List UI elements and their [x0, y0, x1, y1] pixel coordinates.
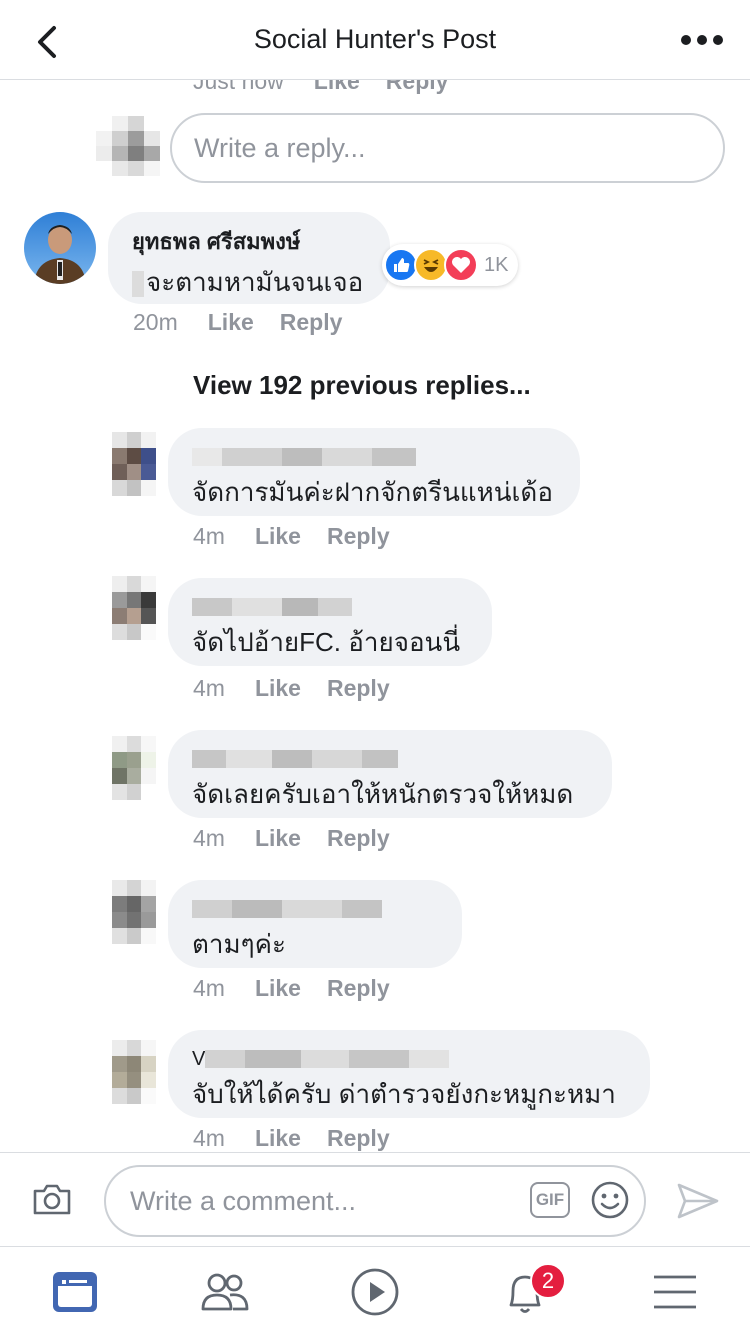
comment-text: ตามๆค่ะ: [192, 929, 286, 959]
comment-text: จัดการมันค่ะฝากจักตรีนแหน่เด้อ: [192, 477, 553, 507]
menu-hamburger-icon[interactable]: [650, 1267, 700, 1317]
like-link[interactable]: Like: [208, 309, 254, 335]
comment-bubble: จัดการมันค่ะฝากจักตรีนแหน่เด้อ: [168, 428, 580, 516]
comment-timestamp: 4m: [193, 523, 225, 549]
avatar[interactable]: [112, 1040, 156, 1104]
top-reply-actions: Just now Like Reply: [193, 80, 474, 95]
comment-text: จัดเลยครับเอาให้หนักตรวจให้หมด: [192, 779, 574, 809]
page-title: Social Hunter's Post: [253, 24, 497, 54]
blurred-author-name: V: [192, 1048, 626, 1070]
news-feed-tab-icon[interactable]: [50, 1267, 100, 1317]
comment-timestamp: 4m: [193, 825, 225, 851]
comment-actions: 4m Like Reply: [193, 675, 416, 702]
reply-link[interactable]: Reply: [327, 523, 390, 549]
blurred-author-name: [192, 900, 438, 918]
send-icon[interactable]: [676, 1181, 720, 1221]
gif-button[interactable]: GIF: [530, 1182, 570, 1218]
like-link[interactable]: Like: [255, 675, 301, 701]
comment-actions: 4m Like Reply: [193, 523, 416, 550]
comment-text: จับให้ได้ครับ ด่าตำรวจยังกะหมูกะหมา: [192, 1079, 616, 1109]
reply-input[interactable]: Write a reply...: [170, 113, 725, 183]
comment-timestamp: 20m: [133, 309, 178, 335]
love-reaction-icon: [444, 248, 478, 282]
like-reaction-icon: [384, 248, 418, 282]
blurred-author-name: [192, 598, 468, 616]
reply-link[interactable]: Reply: [327, 825, 390, 851]
reply-link[interactable]: Reply: [327, 1125, 390, 1151]
groups-tab-icon[interactable]: [200, 1267, 250, 1317]
reaction-summary[interactable]: 1K: [382, 244, 519, 286]
comment-timestamp: 4m: [193, 1125, 225, 1151]
like-link[interactable]: Like: [255, 825, 301, 851]
comment-actions: 4m Like Reply: [193, 975, 416, 1002]
reply-link[interactable]: Reply: [386, 80, 449, 94]
reaction-count: 1K: [484, 253, 509, 276]
avatar[interactable]: [24, 212, 96, 284]
comment-bubble: จัดไปอ้ายFC. อ้ายจอนนี่: [168, 578, 492, 666]
comment-bubble: V จับให้ได้ครับ ด่าตำรวจยังกะหมูกะหมา: [168, 1030, 650, 1118]
notifications-badge: 2: [530, 1263, 566, 1299]
comment-bubble: ยุทธพล ศรีสมพงษ์ จะตามหามันจนเจอ: [108, 212, 390, 304]
emoji-icon[interactable]: [590, 1180, 630, 1220]
blurred-author-name: [192, 448, 556, 466]
comment-timestamp: 4m: [193, 975, 225, 1001]
bottom-tab-bar: 2: [0, 1246, 750, 1334]
comment-actions: 4m Like Reply: [193, 1125, 416, 1152]
like-link[interactable]: Like: [314, 80, 360, 94]
comment-timestamp: 4m: [193, 675, 225, 701]
reply-link[interactable]: Reply: [327, 675, 390, 701]
avatar[interactable]: [112, 576, 156, 640]
author-initial: V: [192, 1048, 206, 1070]
comment-actions: 4m Like Reply: [193, 825, 416, 852]
comment-composer: Write a comment... GIF: [0, 1152, 750, 1246]
comment-text: จะตามหามันจนเจอ: [132, 262, 366, 303]
avatar[interactable]: [112, 880, 156, 944]
comment-author[interactable]: ยุทธพล ศรีสมพงษ์: [132, 224, 366, 254]
comment-text: จัดไปอ้ายFC. อ้ายจอนนี่: [192, 627, 461, 657]
comment-actions: 20m Like Reply: [133, 309, 368, 336]
like-link[interactable]: Like: [255, 1125, 301, 1151]
my-avatar: [96, 116, 160, 176]
camera-icon[interactable]: [32, 1181, 72, 1217]
comment-bubble: จัดเลยครับเอาให้หนักตรวจให้หมด: [168, 730, 612, 818]
more-options-icon[interactable]: [680, 30, 724, 50]
reply-timestamp: Just now: [193, 80, 284, 94]
comment-thread: Just now Like Reply Write a reply... ยุทธพ…: [0, 80, 750, 1152]
comment-bubble: ตามๆค่ะ: [168, 880, 462, 968]
watch-tab-icon[interactable]: [350, 1267, 400, 1317]
like-link[interactable]: Like: [255, 523, 301, 549]
view-previous-replies-link[interactable]: View 192 previous replies...: [193, 370, 531, 401]
blurred-author-name: [192, 750, 588, 768]
like-link[interactable]: Like: [255, 975, 301, 1001]
avatar[interactable]: [112, 736, 156, 800]
haha-reaction-icon: [414, 248, 448, 282]
avatar[interactable]: [112, 432, 156, 496]
top-nav-bar: Social Hunter's Post: [0, 0, 750, 80]
reply-link[interactable]: Reply: [327, 975, 390, 1001]
reply-link[interactable]: Reply: [280, 309, 343, 335]
